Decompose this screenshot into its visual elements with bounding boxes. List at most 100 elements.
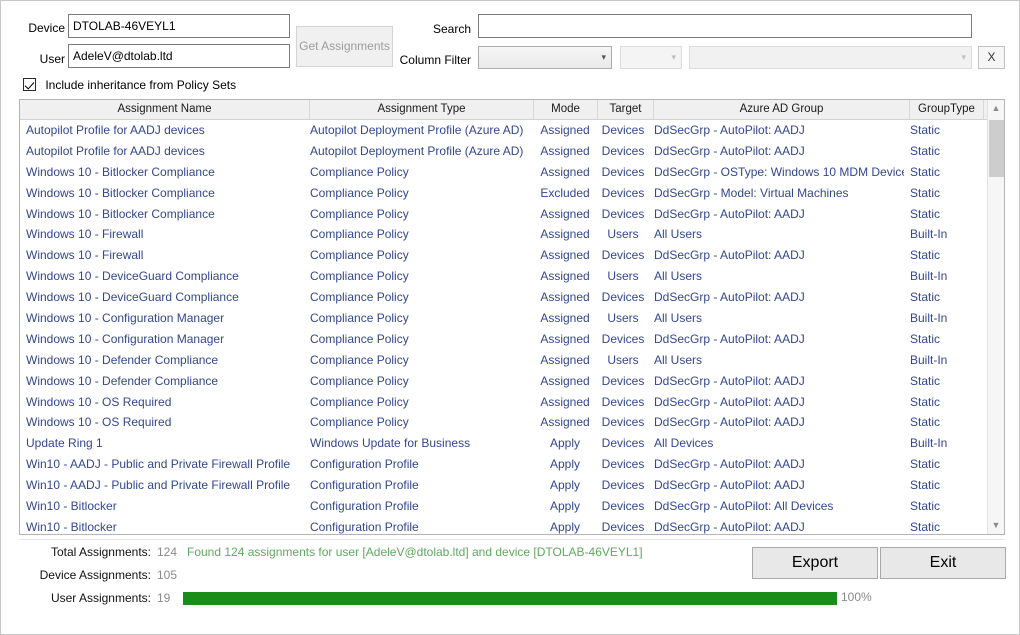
include-inheritance-row[interactable]: Include inheritance from Policy Sets <box>23 77 236 93</box>
cell-target: Devices <box>601 185 645 200</box>
user-assignments-label: User Assignments: <box>50 591 151 605</box>
assignments-grid: Assignment Name Assignment Type Mode Target… <box>19 99 1005 535</box>
cell-name: Windows 10 - Bitlocker Compliance <box>26 164 215 179</box>
column-filter-column-select[interactable]: ▾ <box>478 46 612 69</box>
table-row[interactable]: Windows 10 - OS Required Compliance Polic… <box>20 412 1004 433</box>
chevron-down-icon: ▾ <box>601 52 606 62</box>
cell-name: Windows 10 - Defender Compliance <box>26 352 219 367</box>
table-row[interactable]: Windows 10 - Firewall Compliance Policy As… <box>20 224 1004 245</box>
column-header-assignment-type[interactable]: Assignment Type <box>310 100 534 119</box>
cell-mode: Apply <box>549 499 581 514</box>
cell-group: All Users <box>654 311 703 326</box>
user-input[interactable]: AdeleV@dtolab.ltd <box>68 44 290 68</box>
cell-name: Windows 10 - Configuration Manager <box>26 311 225 326</box>
cell-grouptype: Built-In <box>910 227 948 242</box>
cell-group: DdSecGrp - OSType: Windows 10 MDM Device… <box>654 164 904 179</box>
cell-group: DdSecGrp - AutoPilot: AADJ <box>654 331 805 346</box>
table-row[interactable]: Windows 10 - Defender Compliance Complian… <box>20 371 1004 392</box>
table-row[interactable]: Windows 10 - OS Required Compliance Polic… <box>20 392 1004 413</box>
scroll-up-arrow-icon[interactable]: ▲ <box>988 100 1004 117</box>
cell-target: Devices <box>601 123 645 137</box>
column-filter-value-select[interactable]: ▾ <box>689 46 972 69</box>
cell-grouptype: Static <box>910 185 941 200</box>
table-row[interactable]: Win10 - Bitlocker Configuration Profile Ap… <box>20 496 1004 517</box>
total-assignments-label: Total Assignments: <box>50 545 151 559</box>
cell-group: DdSecGrp - AutoPilot: AADJ <box>654 123 805 137</box>
search-input[interactable] <box>478 14 972 38</box>
progress-bar <box>183 592 837 605</box>
cell-type: Windows Update for Business <box>310 436 471 451</box>
cell-grouptype: Static <box>910 248 941 263</box>
table-row[interactable]: Autopilot Profile for AADJ devices Autopi… <box>20 141 1004 162</box>
cell-name: Update Ring 1 <box>26 436 103 451</box>
cell-name: Windows 10 - Bitlocker Compliance <box>26 206 215 221</box>
cell-group: DdSecGrp - AutoPilot: AADJ <box>654 457 805 472</box>
column-filter-operator-select[interactable]: ▾ <box>620 46 682 69</box>
scroll-down-arrow-icon[interactable]: ▼ <box>988 517 1004 534</box>
cell-type: Compliance Policy <box>310 206 409 221</box>
export-button[interactable]: Export <box>752 547 878 579</box>
cell-grouptype: Static <box>910 143 941 158</box>
cell-name: Win10 - Bitlocker <box>26 499 117 514</box>
cell-mode: Assigned <box>540 227 590 242</box>
cell-type: Compliance Policy <box>310 290 409 305</box>
cell-mode: Assigned <box>540 394 590 409</box>
clear-filter-button[interactable]: X <box>978 46 1005 69</box>
table-row[interactable]: Autopilot Profile for AADJ devices Autopi… <box>20 120 1004 141</box>
cell-grouptype: Static <box>910 373 941 388</box>
cell-mode: Assigned <box>540 248 590 263</box>
cell-type: Configuration Profile <box>310 499 419 514</box>
table-row[interactable]: Windows 10 - Configuration Manager Compli… <box>20 329 1004 350</box>
cell-target: Devices <box>601 478 645 493</box>
cell-grouptype: Static <box>910 331 941 346</box>
cell-target: Devices <box>601 519 645 534</box>
get-assignments-button[interactable]: Get Assignments <box>296 26 393 67</box>
column-header-mode[interactable]: Mode <box>534 100 598 119</box>
cell-grouptype: Built-In <box>910 311 948 326</box>
grid-header-row: Assignment Name Assignment Type Mode Target… <box>20 100 1004 120</box>
cell-mode: Apply <box>549 436 581 451</box>
column-header-azure-ad-group[interactable]: Azure AD Group <box>654 100 910 119</box>
column-header-grouptype[interactable]: GroupType <box>910 100 984 119</box>
cell-name: Windows 10 - Bitlocker Compliance <box>26 185 215 200</box>
table-row[interactable]: Windows 10 - Bitlocker Compliance Complia… <box>20 183 1004 204</box>
cell-grouptype: Static <box>910 290 941 305</box>
cell-grouptype: Static <box>910 206 941 221</box>
table-row[interactable]: Win10 - AADJ - Public and Private Firewa… <box>20 475 1004 496</box>
exit-button[interactable]: Exit <box>880 547 1006 579</box>
application-window: Device DTOLAB-46VEYL1 User AdeleV@dtolab… <box>0 0 1020 635</box>
grid-vertical-scrollbar[interactable]: ▲ ▼ <box>987 100 1004 534</box>
table-row[interactable]: Windows 10 - Configuration Manager Compli… <box>20 308 1004 329</box>
table-row[interactable]: Update Ring 1 Windows Update for Business… <box>20 433 1004 454</box>
table-row[interactable]: Win10 - Bitlocker Configuration Profile Ap… <box>20 517 1004 534</box>
table-row[interactable]: Windows 10 - Firewall Compliance Policy As… <box>20 245 1004 266</box>
cell-group: DdSecGrp - Model: Virtual Machines <box>654 185 849 200</box>
cell-mode: Apply <box>549 457 581 472</box>
table-row[interactable]: Windows 10 - Bitlocker Compliance Complia… <box>20 162 1004 183</box>
chevron-down-icon: ▾ <box>961 52 966 62</box>
include-inheritance-checkbox[interactable] <box>23 78 36 91</box>
table-row[interactable]: Windows 10 - Bitlocker Compliance Complia… <box>20 204 1004 225</box>
cell-name: Win10 - Bitlocker <box>26 519 117 534</box>
column-header-assignment-name[interactable]: Assignment Name <box>20 100 310 119</box>
cell-name: Win10 - AADJ - Public and Private Firewa… <box>26 478 291 493</box>
cell-grouptype: Static <box>910 415 941 430</box>
cell-grouptype: Static <box>910 164 941 179</box>
table-row[interactable]: Windows 10 - DeviceGuard Compliance Compl… <box>20 287 1004 308</box>
cell-name: Windows 10 - DeviceGuard Compliance <box>26 290 239 305</box>
table-row[interactable]: Win10 - AADJ - Public and Private Firewa… <box>20 454 1004 475</box>
device-label: Device <box>28 21 65 35</box>
cell-name: Autopilot Profile for AADJ devices <box>26 143 205 158</box>
table-row[interactable]: Windows 10 - Defender Compliance Complian… <box>20 350 1004 371</box>
cell-group: DdSecGrp - AutoPilot: AADJ <box>654 478 805 493</box>
cell-target: Users <box>607 311 639 326</box>
cell-grouptype: Static <box>910 123 941 137</box>
cell-type: Compliance Policy <box>310 311 409 326</box>
cell-group: DdSecGrp - AutoPilot: AADJ <box>654 394 805 409</box>
cell-type: Compliance Policy <box>310 164 409 179</box>
cell-mode: Apply <box>549 519 581 534</box>
scrollbar-thumb[interactable] <box>989 120 1004 177</box>
table-row[interactable]: Windows 10 - DeviceGuard Compliance Compl… <box>20 266 1004 287</box>
column-header-target[interactable]: Target <box>598 100 654 119</box>
device-input[interactable]: DTOLAB-46VEYL1 <box>68 14 290 38</box>
